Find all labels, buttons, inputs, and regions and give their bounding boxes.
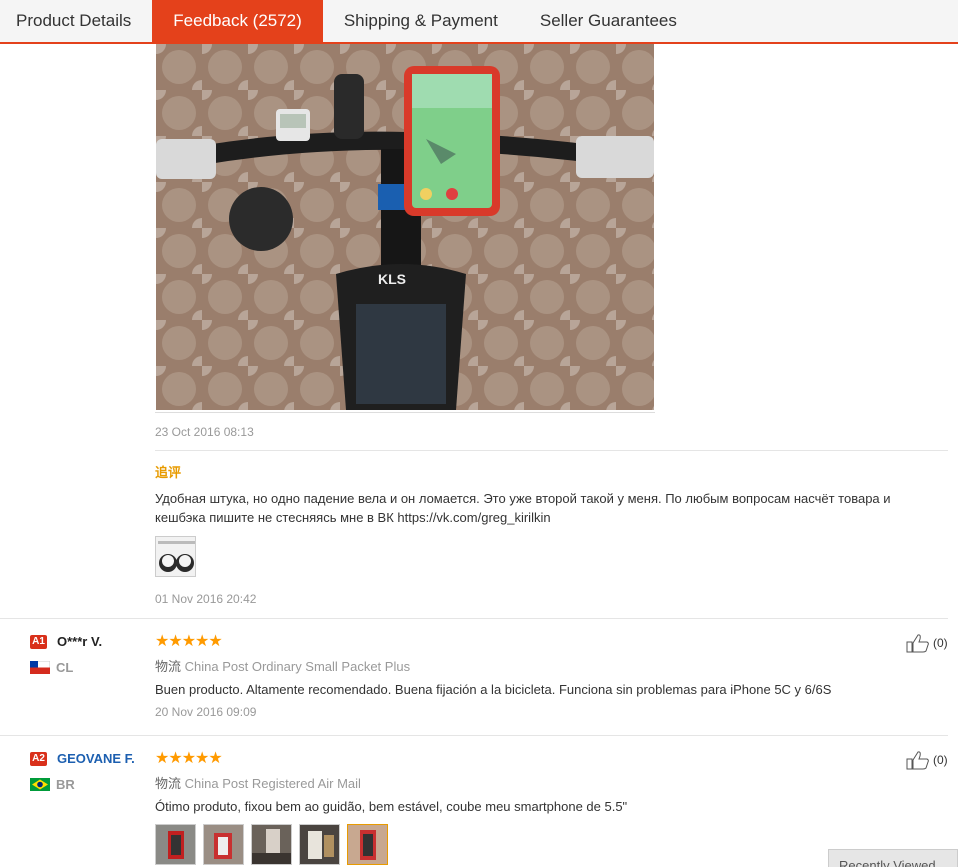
review-date: 23 Oct 2016 08:13 (155, 425, 254, 439)
review-text: Buen producto. Altamente recomendado. Bu… (155, 682, 832, 697)
tab-product-details[interactable]: Product Details (0, 0, 152, 42)
logistics-method: China Post Registered Air Mail (184, 776, 361, 791)
country-code: BR (56, 777, 75, 792)
divider (0, 735, 948, 736)
buyer-level-badge: A2 (30, 751, 47, 766)
additional-feedback-thumbnail[interactable] (155, 536, 196, 577)
star-rating: ★★★★★ (155, 750, 223, 767)
tab-shipping-payment[interactable]: Shipping & Payment (323, 0, 519, 42)
helpful-count: (0) (933, 636, 948, 650)
additional-feedback-title: 追评 (155, 465, 182, 480)
country-code: CL (56, 660, 74, 675)
logistics-method: China Post Ordinary Small Packet Plus (184, 659, 411, 674)
divider (155, 450, 948, 451)
tab-bar: Product Details Feedback (2572) Shipping… (0, 0, 958, 44)
thumbs-up-icon (906, 751, 929, 770)
review-photo[interactable]: KLS (156, 44, 654, 410)
review-thumbnail[interactable] (251, 824, 292, 865)
reviewer-header: A2 GEOVANE F. (30, 751, 135, 766)
tab-feedback[interactable]: Feedback (2572) (152, 0, 323, 42)
review-thumbnail[interactable] (203, 824, 244, 865)
tab-seller-guarantees[interactable]: Seller Guarantees (519, 0, 698, 42)
review-thumbnail-selected[interactable] (347, 824, 388, 865)
additional-feedback-line-2: кешбэка пишите не стесняясь мне в ВК htt… (155, 510, 551, 525)
recently-viewed-tab[interactable]: Recently Viewed (828, 849, 958, 867)
bike-handlebar-photo: KLS (156, 44, 654, 410)
thumbs-up-icon (906, 634, 929, 653)
review-date: 20 Nov 2016 09:09 (155, 705, 257, 719)
reviewer-name[interactable]: GEOVANE F. (57, 751, 135, 766)
additional-feedback-date: 01 Nov 2016 20:42 (155, 592, 257, 606)
helpful-button[interactable]: (0) (906, 633, 948, 653)
additional-feedback-text: Удобная штука, но одно падение вела и он… (155, 489, 945, 527)
review-thumbnail[interactable] (155, 824, 196, 865)
divider (0, 618, 948, 619)
reviewer-country: BR (30, 777, 75, 792)
logistics-label: 物流 (155, 776, 182, 791)
buyer-level-badge: A1 (30, 634, 47, 649)
logistics-info: 物流 China Post Ordinary Small Packet Plus (155, 656, 410, 675)
reviewer-name[interactable]: O***r V. (57, 634, 102, 649)
star-rating: ★★★★★ (155, 633, 223, 650)
reviewer-country: CL (29, 660, 74, 675)
svg-text:KLS: KLS (378, 271, 406, 287)
helpful-button[interactable]: (0) (906, 750, 948, 770)
meme-thumbnail-image (156, 537, 195, 576)
review-photo-thumbnails (155, 824, 388, 865)
additional-feedback-line-1: Удобная штука, но одно падение вела и он… (155, 491, 891, 506)
chile-flag-icon (29, 660, 51, 675)
logistics-info: 物流 China Post Registered Air Mail (155, 773, 361, 792)
helpful-count: (0) (933, 753, 948, 767)
review-thumbnail[interactable] (299, 824, 340, 865)
logistics-label: 物流 (155, 659, 182, 674)
review-text: Ótimo produto, fixou bem ao guidão, bem … (155, 799, 628, 814)
reviewer-header: A1 O***r V. (30, 634, 102, 649)
brazil-flag-icon (30, 778, 50, 791)
